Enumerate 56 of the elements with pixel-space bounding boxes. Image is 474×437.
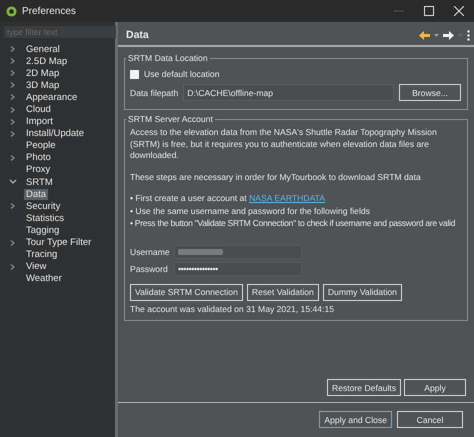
apply-and-close-button[interactable]: Apply and Close xyxy=(319,411,392,428)
validation-button[interactable]: Validate SRTM Connection xyxy=(130,284,243,300)
tree-item[interactable]: Appearance xyxy=(24,92,80,103)
window-title: Preferences xyxy=(22,6,77,16)
tree-item[interactable]: Security xyxy=(24,200,62,212)
tree-item[interactable]: People xyxy=(24,140,58,152)
redacted-text xyxy=(178,248,223,254)
tree-item[interactable]: 2.5D Map xyxy=(24,56,70,67)
chevron-down-icon[interactable] xyxy=(8,178,18,186)
maximize-icon[interactable] xyxy=(424,6,434,16)
bullet-text: • Use the same username and password for the following fields xyxy=(130,206,371,217)
tree-item[interactable]: Tagging xyxy=(24,224,62,236)
tree-item[interactable]: Import xyxy=(24,116,55,128)
tree-item[interactable]: Statistics xyxy=(24,212,66,224)
bullet-text: • First create a user account at xyxy=(130,193,247,203)
more-options-icon[interactable] xyxy=(467,30,470,40)
checkbox-label[interactable]: Use default location xyxy=(144,69,220,79)
field-label: Password xyxy=(130,264,169,274)
password-field[interactable]: ••••••••••••••• xyxy=(174,262,302,276)
tree-item[interactable]: Photo xyxy=(24,152,53,164)
checkbox[interactable] xyxy=(130,70,139,78)
validation-button[interactable]: Dummy Validation xyxy=(322,284,402,300)
field-label: Username xyxy=(130,246,170,256)
tree-item[interactable]: View xyxy=(24,261,48,272)
tree-item[interactable]: Tour Type Filter xyxy=(24,237,94,248)
cancel-button[interactable]: Cancel xyxy=(397,411,463,428)
filepath-field[interactable]: D:\CACHE\offline-map xyxy=(183,84,394,101)
dropdown-caret-icon[interactable] xyxy=(434,34,439,36)
forward-arrow-icon[interactable] xyxy=(443,30,454,40)
status-text: The account was validated on 31 May 2021, 15:44:15 xyxy=(130,304,336,315)
tree-item[interactable]: Install/Update xyxy=(24,128,86,140)
validation-button[interactable]: Reset Validation xyxy=(246,284,319,300)
tree-item[interactable]: General xyxy=(24,44,62,55)
bullet-text: • Press the button "Validate SRTM Connection" to check if username and password are valid xyxy=(130,218,456,230)
tree-item[interactable]: SRTM xyxy=(24,176,55,188)
apply-button[interactable]: Apply xyxy=(404,379,466,396)
tree-item[interactable]: 2D Map xyxy=(24,68,62,79)
minimize-icon[interactable] xyxy=(394,10,404,12)
tree-item[interactable]: Proxy xyxy=(24,164,52,176)
browse-button[interactable]: Browse... xyxy=(399,84,461,101)
field-label: Data filepath xyxy=(130,88,178,98)
app-icon xyxy=(6,6,17,16)
tree-item[interactable]: Data xyxy=(24,188,48,200)
back-arrow-icon[interactable] xyxy=(419,30,430,40)
tree-item[interactable]: Cloud xyxy=(24,104,53,116)
page-title: Data xyxy=(126,29,150,41)
tree-item[interactable]: 3D Map xyxy=(24,80,62,91)
intro-text: Access to the elevation data from the NASA's Shuttle Radar Topography Mission (SRTM) is free, but it requires you to authenticate when elevation data files are downloaded. xyxy=(130,127,438,162)
close-icon[interactable] xyxy=(454,6,464,16)
restore-defaults-button[interactable]: Restore Defaults xyxy=(326,379,401,396)
group-title: SRTM Data Location xyxy=(127,53,209,63)
tree-item[interactable]: Weather xyxy=(24,273,64,284)
steps-note: These steps are necessary in order for MyTourbook to download SRTM data xyxy=(130,172,422,183)
tree-item[interactable]: Tracing xyxy=(24,249,60,260)
username-field[interactable] xyxy=(174,244,302,258)
group-title: SRTM Server Account xyxy=(127,114,214,124)
